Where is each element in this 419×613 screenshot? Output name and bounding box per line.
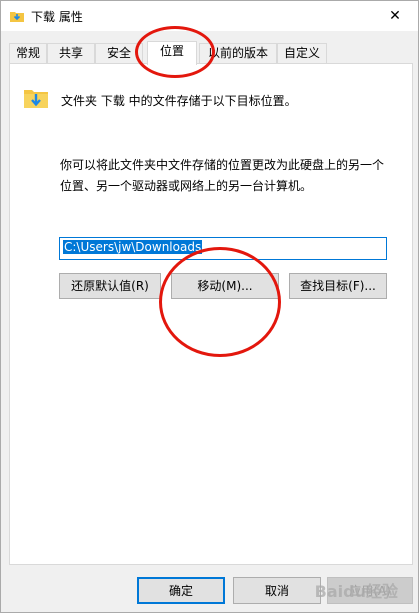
restore-default-button[interactable]: 还原默认值(R): [59, 273, 161, 299]
cancel-button[interactable]: 取消: [233, 577, 321, 604]
close-button[interactable]: ✕: [372, 1, 418, 31]
download-folder-icon: [24, 90, 48, 108]
title-bar[interactable]: 下载 属性 ✕: [1, 1, 418, 31]
location-info: 你可以将此文件夹中文件存储的位置更改为此硬盘上的另一个 位置、另一个驱动器或网络…: [60, 155, 400, 197]
tab-customize[interactable]: 自定义: [277, 43, 327, 64]
find-target-button[interactable]: 查找目标(F)...: [289, 273, 387, 299]
tab-security[interactable]: 安全: [95, 43, 143, 64]
tab-general[interactable]: 常规: [9, 43, 47, 64]
window-title: 下载 属性: [31, 10, 83, 24]
location-description: 文件夹 下载 中的文件存储于以下目标位置。: [61, 94, 297, 108]
ok-button[interactable]: 确定: [137, 577, 225, 604]
location-path-input[interactable]: C:\Users\jw\Downloads: [59, 237, 387, 260]
tab-previous-versions[interactable]: 以前的版本: [199, 43, 277, 64]
info-line-1: 你可以将此文件夹中文件存储的位置更改为此硬盘上的另一个: [60, 158, 385, 172]
info-line-2: 位置、另一个驱动器或网络上的另一台计算机。: [60, 179, 313, 193]
properties-window: 下载 属性 ✕ 常规 共享 安全 位置 以前的版本 自定义 文件夹 下载 中的文…: [0, 0, 419, 613]
location-path-value: C:\Users\jw\Downloads: [63, 240, 203, 254]
download-folder-icon: [10, 12, 24, 22]
tab-location[interactable]: 位置: [147, 41, 197, 65]
tab-strip: 常规 共享 安全 位置 以前的版本 自定义: [9, 41, 413, 65]
watermark: Baidu经验: [314, 582, 398, 601]
tab-sharing[interactable]: 共享: [47, 43, 95, 64]
location-panel: [9, 63, 413, 565]
close-icon: ✕: [389, 8, 401, 24]
move-button[interactable]: 移动(M)...: [171, 273, 279, 299]
